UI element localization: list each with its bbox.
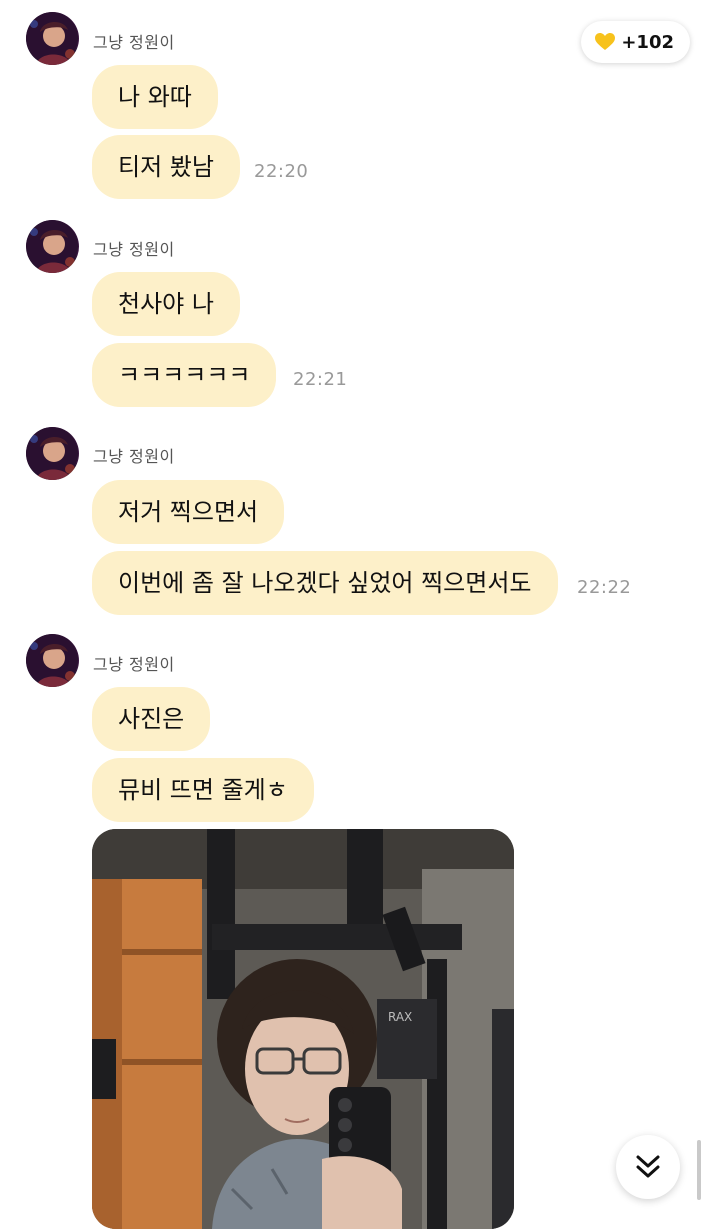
- message-bubble[interactable]: 저거 찍으면서: [92, 480, 285, 544]
- reaction-count: +102: [621, 31, 674, 53]
- sender-avatar[interactable]: [26, 427, 79, 480]
- sender-avatar[interactable]: [26, 220, 79, 273]
- double-chevron-down-icon: [636, 1155, 660, 1178]
- message-time: 22:22: [577, 577, 632, 598]
- sender-name: 그냥 정원이: [93, 33, 175, 52]
- scroll-to-bottom-button[interactable]: [616, 1135, 680, 1199]
- sender-name: 그냥 정원이: [93, 240, 175, 259]
- yellow-heart-icon: [595, 33, 616, 50]
- message-time: 22:20: [254, 161, 309, 182]
- message-bubble[interactable]: ㅋㅋㅋㅋㅋㅋ: [92, 343, 277, 407]
- sender-name: 그냥 정원이: [93, 447, 175, 466]
- selfie-photo: RAX: [92, 829, 514, 1229]
- message-bubble[interactable]: 사진은: [92, 687, 211, 751]
- message-bubble[interactable]: 티저 봤남: [92, 135, 240, 199]
- sender-avatar[interactable]: [26, 634, 79, 687]
- message-bubble[interactable]: 나 와따: [92, 65, 218, 129]
- reaction-count-pill[interactable]: +102: [581, 21, 690, 63]
- scrollbar[interactable]: [697, 1140, 701, 1200]
- sender-avatar[interactable]: [26, 12, 79, 65]
- photo-message[interactable]: RAX: [92, 829, 514, 1229]
- message-bubble[interactable]: 이번에 좀 잘 나오겠다 싶었어 찍으면서도: [92, 551, 558, 615]
- sender-name: 그냥 정원이: [93, 655, 175, 674]
- gym-sign-text: RAX: [388, 1010, 412, 1024]
- message-time: 22:21: [293, 369, 348, 390]
- message-bubble[interactable]: 뮤비 뜨면 줄게ㅎ: [92, 758, 314, 822]
- message-bubble[interactable]: 천사야 나: [92, 272, 240, 336]
